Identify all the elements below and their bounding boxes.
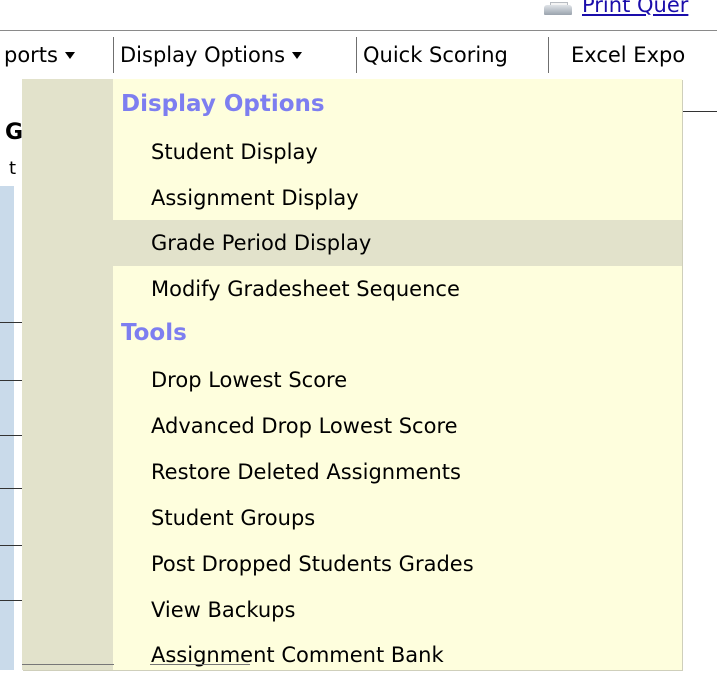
menu-reports[interactable]: ports: [4, 31, 75, 78]
background-divider: [682, 111, 717, 112]
menu-item-restore-deleted-assignments[interactable]: Restore Deleted Assignments: [113, 449, 682, 495]
menu-quick-scoring-label: Quick Scoring: [363, 42, 508, 67]
background-underline: [22, 664, 114, 665]
menu-display-options[interactable]: Display Options: [120, 31, 303, 78]
menu-excel-export[interactable]: Excel Expo: [571, 31, 685, 78]
menu-item-drop-lowest-score[interactable]: Drop Lowest Score: [113, 357, 682, 403]
background-underline: [150, 664, 250, 665]
dropdown-icon-strip: [22, 79, 113, 670]
menu-item-modify-gradesheet-sequence[interactable]: Modify Gradesheet Sequence: [113, 266, 682, 312]
background-text-fragment: t: [9, 158, 17, 179]
background-row-divider: [0, 600, 22, 601]
background-row-divider: [0, 380, 22, 381]
menu-separator: [356, 37, 357, 73]
background-row-divider: [0, 435, 22, 436]
menu-item-student-groups[interactable]: Student Groups: [113, 495, 682, 541]
menu-separator: [548, 37, 549, 73]
menu-item-assignment-comment-bank[interactable]: Assignment Comment Bank: [113, 632, 682, 678]
background-row-divider: [0, 322, 22, 323]
background-row-divider: [0, 545, 22, 546]
menu-item-view-backups[interactable]: View Backups: [113, 587, 682, 633]
menu-bar: ports Display Options Quick Scoring Exce…: [0, 30, 717, 78]
printer-icon: [540, 2, 576, 16]
menu-display-options-label: Display Options: [120, 42, 286, 67]
section-header-tools: Tools: [121, 320, 187, 346]
section-header-display-options: Display Options: [121, 91, 325, 117]
background-heading-fragment: G: [5, 120, 24, 145]
menu-item-student-display[interactable]: Student Display: [113, 129, 682, 175]
menu-item-advanced-drop-lowest-score[interactable]: Advanced Drop Lowest Score: [113, 403, 682, 449]
menu-separator: [113, 37, 114, 73]
background-blue-column: [0, 186, 14, 670]
menu-reports-label: ports: [4, 42, 58, 67]
menu-item-assignment-display[interactable]: Assignment Display: [113, 175, 682, 221]
background-row-divider: [0, 488, 22, 489]
print-queue-link[interactable]: Print Quer: [540, 0, 688, 16]
print-queue-label[interactable]: Print Quer: [582, 0, 688, 16]
menu-quick-scoring[interactable]: Quick Scoring: [363, 31, 508, 78]
chevron-down-icon: [65, 52, 75, 59]
display-options-dropdown: Display Options Student Display Assignme…: [22, 79, 682, 670]
chevron-down-icon: [292, 52, 303, 59]
menu-excel-export-label: Excel Expo: [571, 42, 686, 67]
menu-item-grade-period-display[interactable]: Grade Period Display: [113, 220, 682, 266]
menu-item-post-dropped-students-grades[interactable]: Post Dropped Students Grades: [113, 541, 682, 587]
